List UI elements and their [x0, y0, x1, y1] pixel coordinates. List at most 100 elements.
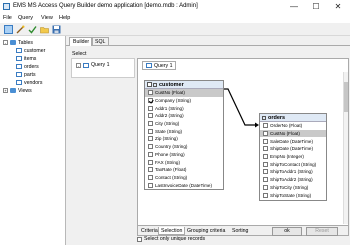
tab-selection[interactable]: Selection [158, 227, 186, 235]
table-orders[interactable]: orders OrderNo (Float) CustNo (Float) Sale… [259, 113, 327, 201]
field-checkbox[interactable] [148, 144, 153, 150]
outline-item-query[interactable]: - Query 1 [76, 62, 109, 68]
tab-builder[interactable]: Builder [69, 37, 94, 46]
field-label: Phone (String) [155, 151, 185, 157]
field-row[interactable]: Zip (String) [145, 135, 223, 143]
table-header[interactable]: customer [145, 81, 223, 89]
field-checkbox[interactable] [148, 90, 153, 96]
field-label: Addr1 (String) [155, 105, 184, 111]
field-row[interactable]: EmpNo (Integer) [260, 153, 326, 161]
field-checkbox[interactable] [263, 138, 268, 144]
minimize-button[interactable]: — [284, 0, 304, 14]
field-checkbox[interactable] [148, 151, 153, 157]
menu-file[interactable]: File [3, 15, 12, 21]
field-checkbox[interactable] [148, 159, 153, 165]
menu-view[interactable]: View [41, 15, 53, 21]
field-checkbox[interactable] [263, 131, 268, 137]
field-row[interactable]: ShipToAddr2 (String) [260, 176, 326, 184]
field-row[interactable]: ShipToCity (String) [260, 184, 326, 192]
field-checkbox[interactable] [263, 177, 268, 183]
field-checkbox[interactable] [263, 154, 268, 160]
field-checkbox[interactable] [148, 167, 153, 173]
tree-item-table[interactable]: items [16, 55, 36, 62]
field-row[interactable]: OrderNo (Float) [260, 122, 326, 130]
tree-node-views[interactable]: + Views [3, 87, 32, 94]
tree-item-table[interactable]: customer [16, 47, 45, 54]
field-label: CustNo (Float) [270, 131, 300, 137]
reset-button[interactable]: Reset [306, 227, 338, 236]
maximize-button[interactable]: ☐ [306, 0, 326, 14]
table-header[interactable]: orders [260, 114, 326, 122]
tree-item-table[interactable]: vendors [16, 79, 42, 86]
collapse-icon[interactable]: - [76, 62, 81, 68]
field-label: State (String) [155, 128, 183, 134]
menu-help[interactable]: Help [59, 15, 70, 21]
field-row[interactable]: City (String) [145, 120, 223, 128]
query-diagram[interactable]: customer CustNo (Float) Company (String) A… [138, 72, 348, 224]
field-checkbox[interactable] [263, 192, 268, 198]
field-row[interactable]: Addr1 (String) [145, 104, 223, 112]
table-icon [16, 80, 22, 85]
scrollbar-thumb[interactable] [344, 82, 348, 112]
query-outline: - Query 1 [71, 58, 135, 78]
field-checkbox[interactable] [148, 174, 153, 180]
tab-sql[interactable]: SQL [91, 37, 110, 46]
expand-icon[interactable]: + [3, 88, 8, 93]
tab-sorting[interactable]: Sorting [230, 227, 250, 235]
field-label: ShipToAddr1 (String) [270, 169, 313, 175]
field-label: Company (String) [155, 98, 191, 104]
table-menu-icon[interactable] [262, 115, 266, 120]
field-checkbox[interactable] [263, 184, 268, 190]
tree-item-table[interactable]: orders [16, 63, 39, 70]
field-checkbox[interactable] [263, 161, 268, 167]
select-all-checkbox[interactable] [147, 82, 152, 87]
tab-criteria[interactable]: Criteria [139, 227, 160, 235]
field-checkbox[interactable] [263, 169, 268, 175]
field-row[interactable]: ShipToAddr1 (String) [260, 168, 326, 176]
diagram-scrollbar[interactable] [343, 72, 348, 224]
table-menu-icon[interactable] [153, 82, 157, 87]
open-folder-icon[interactable] [40, 25, 49, 34]
collapse-icon[interactable]: - [3, 40, 8, 45]
field-checkbox[interactable] [148, 182, 153, 188]
field-row[interactable]: Country (String) [145, 143, 223, 151]
field-row[interactable]: Phone (String) [145, 151, 223, 159]
connect-icon[interactable] [4, 25, 13, 34]
field-row[interactable]: State (String) [145, 127, 223, 135]
field-row[interactable]: ShipToContact (String) [260, 160, 326, 168]
unique-records-option[interactable]: Select only unique records [137, 236, 205, 242]
tree-item-label: customer [24, 47, 46, 54]
field-checkbox[interactable] [148, 136, 153, 142]
field-checkbox[interactable] [148, 105, 153, 111]
field-row[interactable]: CustNo (Float) [260, 129, 326, 138]
query-canvas: Query 1 customer CustNo (Float) Company (… [137, 58, 349, 236]
field-checkbox[interactable] [148, 121, 153, 127]
unique-records-checkbox[interactable] [137, 236, 142, 242]
field-row[interactable]: Addr2 (String) [145, 112, 223, 120]
field-checkbox[interactable] [148, 113, 153, 119]
field-row[interactable]: TaxRate (Float) [145, 166, 223, 174]
field-row[interactable]: CustNo (Float) [145, 89, 223, 97]
close-button[interactable]: ✕ [328, 0, 348, 14]
wand-icon[interactable] [16, 25, 25, 34]
field-row[interactable]: LastInvoiceDate (DateTime) [145, 181, 223, 189]
menu-query[interactable]: Query [18, 15, 33, 21]
tab-grouping-criteria[interactable]: Grouping criteria [185, 227, 227, 235]
ok-button[interactable]: ok [272, 227, 302, 236]
field-row[interactable]: ShipToState (String) [260, 191, 326, 199]
field-row[interactable]: SaleDate (DateTime) [260, 137, 326, 145]
field-checkbox[interactable] [148, 98, 153, 104]
table-customer[interactable]: customer CustNo (Float) Company (String) A… [144, 80, 224, 190]
field-checkbox[interactable] [263, 146, 268, 152]
tree-item-table[interactable]: parts [16, 71, 36, 78]
field-checkbox[interactable] [148, 128, 153, 134]
tab-query-1[interactable]: Query 1 [142, 61, 177, 70]
field-checkbox[interactable] [263, 123, 268, 129]
field-row[interactable]: Contact (String) [145, 174, 223, 182]
tree-node-tables[interactable]: - Tables [3, 39, 33, 46]
field-row[interactable]: Company (String) [145, 97, 223, 105]
field-row[interactable]: ShipDate (DateTime) [260, 145, 326, 153]
save-icon[interactable] [52, 25, 61, 34]
check-icon[interactable] [28, 25, 37, 34]
field-row[interactable]: FAX (String) [145, 158, 223, 166]
